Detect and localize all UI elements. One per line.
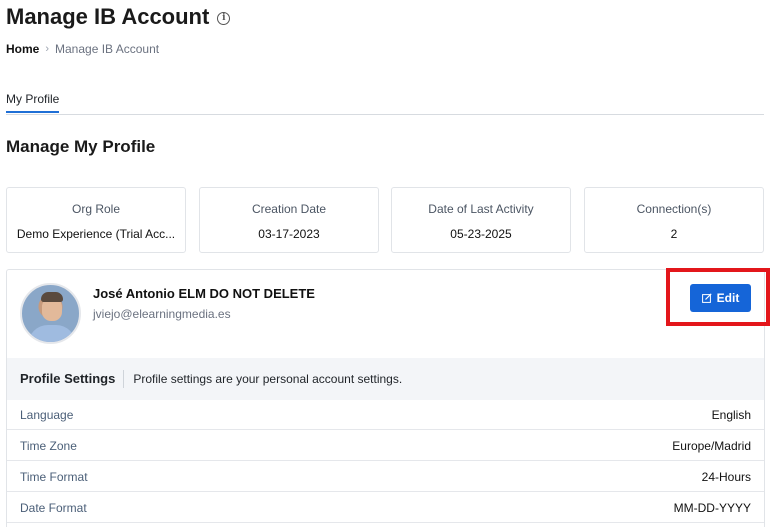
avatar <box>20 283 81 344</box>
avatar-hair <box>41 292 63 302</box>
stat-card-connections: Connection(s) 2 <box>584 187 764 253</box>
setting-value: MM-DD-YYYY <box>673 500 751 515</box>
setting-label: Language <box>20 407 74 422</box>
stat-label: Creation Date <box>251 202 327 216</box>
info-icon[interactable]: i <box>217 11 231 25</box>
setting-value: 24-Hours <box>701 469 751 484</box>
profile-panel: José Antonio ELM DO NOT DELETE jviejo@el… <box>6 269 765 527</box>
user-email: jviejo@elearningmedia.es <box>93 307 231 321</box>
setting-row-date-format: Date Format MM-DD-YYYY <box>7 493 764 523</box>
stat-label: Connection(s) <box>636 202 712 216</box>
stat-label: Date of Last Activity <box>428 202 534 216</box>
setting-label: Time Format <box>20 469 88 484</box>
user-name: José Antonio ELM DO NOT DELETE <box>93 286 315 301</box>
setting-value: Europe/Madrid <box>672 438 751 453</box>
setting-row-language: Language English <box>7 400 764 430</box>
stat-label: Org Role <box>71 202 121 216</box>
stat-value: 2 <box>670 227 678 241</box>
avatar-shirt <box>28 325 76 342</box>
stat-card-org-role: Org Role Demo Experience (Trial Acc... <box>6 187 186 253</box>
page-title: Manage IB Account i <box>6 4 231 30</box>
tab-my-profile[interactable]: My Profile <box>6 92 60 113</box>
setting-row-time-zone: Time Zone Europe/Madrid <box>7 431 764 461</box>
stat-card-creation-date: Creation Date 03-17-2023 <box>199 187 379 253</box>
setting-row-time-format: Time Format 24-Hours <box>7 462 764 492</box>
page-title-text: Manage IB Account <box>6 4 210 29</box>
profile-settings-description: Profile settings are your personal accou… <box>133 372 403 386</box>
stat-value: Demo Experience (Trial Acc... <box>16 227 176 241</box>
setting-label: Date Format <box>20 500 87 515</box>
setting-value: English <box>711 407 751 422</box>
tab-bar: My Profile <box>6 92 764 115</box>
stat-value: 05-23-2025 <box>450 227 512 241</box>
section-title: Manage My Profile <box>6 137 156 156</box>
breadcrumb-home-link[interactable]: Home <box>6 42 39 56</box>
stat-value: 03-17-2023 <box>258 227 320 241</box>
edit-button-label: Edit <box>716 291 740 305</box>
profile-settings-header: Profile Settings Profile settings are yo… <box>7 358 764 400</box>
setting-label: Time Zone <box>20 438 77 453</box>
edit-icon <box>701 293 712 303</box>
profile-settings-title: Profile Settings <box>20 370 125 388</box>
breadcrumb: Home › Manage IB Account <box>6 42 159 56</box>
edit-button[interactable]: Edit <box>690 284 751 312</box>
stat-card-last-activity: Date of Last Activity 05-23-2025 <box>391 187 571 253</box>
breadcrumb-current: Manage IB Account <box>55 42 160 56</box>
chevron-right-icon: › <box>45 43 50 55</box>
